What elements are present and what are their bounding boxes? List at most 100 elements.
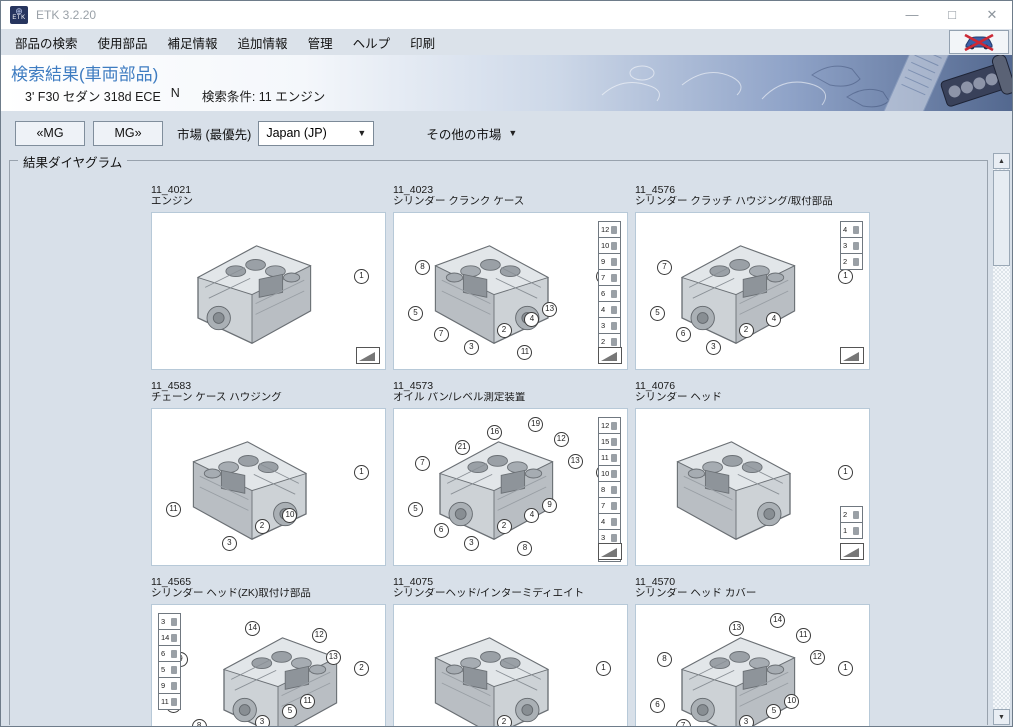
menu-item-print[interactable]: 印刷	[400, 30, 445, 55]
diagram-cell-11-4576[interactable]: 11_4576 シリンダー クラッチ ハウジング/取付部品 1234567 43…	[635, 185, 870, 370]
callout-number: 16	[487, 425, 502, 440]
results-scrollbar[interactable]: ▲ ▼	[993, 153, 1010, 725]
parts-strip-number: 2	[840, 253, 863, 270]
parts-strip-number: 3	[840, 237, 863, 254]
callout-number: 2	[497, 323, 512, 338]
previous-main-group-button[interactable]: «MG	[15, 121, 85, 146]
diagram-stamp-icon	[598, 347, 622, 364]
vehicle-context-line: 3' F30 セダン 318d ECE N 検索条件: 11 エンジン	[25, 86, 1012, 105]
menu-item-additional-info[interactable]: 追加情報	[228, 30, 298, 55]
menu-item-admin[interactable]: 管理	[298, 30, 343, 55]
callout-number: 7	[657, 260, 672, 275]
callout-number: 3	[464, 340, 479, 355]
next-main-group-button[interactable]: MG»	[93, 121, 163, 146]
menu-item-parts-search[interactable]: 部品の検索	[5, 30, 88, 55]
callout-number: 13	[542, 302, 557, 317]
other-markets-label: その他の市場	[426, 124, 501, 143]
parts-strip-number: 4	[840, 221, 863, 238]
diagram-stamp-icon	[356, 347, 380, 364]
parts-strip: 31465911	[158, 614, 181, 710]
callout-number: 10	[784, 694, 799, 709]
diagram-thumbnail[interactable]: 23456891011121314 31465911	[151, 604, 386, 727]
parts-strip-number: 12	[598, 417, 621, 434]
parts-strip-number: 7	[598, 269, 621, 286]
diagram-cell-11-4570[interactable]: 11_4570 シリンダー ヘッド カバー 134567891011121314	[635, 577, 870, 727]
parts-strip: 21	[840, 507, 863, 539]
menu-item-supplementary-info[interactable]: 補足情報	[158, 30, 228, 55]
diagram-thumbnail[interactable]: 1234567891213161921 1215111087432	[393, 408, 628, 566]
maximize-button[interactable]: □	[932, 1, 972, 29]
diagram-cell-11-4583[interactable]: 11_4583 チェーン ケース ハウジング 1231011	[151, 381, 386, 566]
diagram-cell-11-4021[interactable]: 11_4021 エンジン 1	[151, 185, 386, 370]
diagram-thumbnail[interactable]: 1234567 432	[635, 212, 870, 370]
menu-item-used-parts[interactable]: 使用部品	[88, 30, 158, 55]
callout-number: 3	[706, 340, 721, 355]
window-controls: — □ ✕	[892, 1, 1012, 29]
callout-number: 7	[415, 456, 430, 471]
diagram-thumbnail[interactable]: 12345781113 1210976432	[393, 212, 628, 370]
callout-number: 6	[650, 698, 665, 713]
parts-strip-number: 11	[158, 693, 181, 710]
etk-label-glyph: ETK	[12, 15, 25, 22]
parts-strip: 1210976432	[598, 222, 621, 350]
engine-diagram-illustration	[188, 613, 368, 727]
toolbar: «MG MG» 市場 (最優先) Japan (JP) ▼ その他の市場 ▼	[1, 111, 1012, 155]
diagram-name: エンジン	[151, 196, 386, 207]
parts-strip-number: 12	[598, 221, 621, 238]
market-selected-value: Japan (JP)	[266, 126, 326, 140]
callout-number: 8	[415, 260, 430, 275]
diagram-thumbnail[interactable]: 12	[393, 604, 628, 727]
scroll-down-button[interactable]: ▼	[993, 709, 1010, 725]
parts-strip-number: 9	[158, 677, 181, 694]
diagram-thumbnail[interactable]: 1	[151, 212, 386, 370]
diagram-code: 11_4573	[393, 381, 628, 392]
engine-diagram-illustration	[162, 417, 342, 557]
close-button[interactable]: ✕	[972, 1, 1012, 29]
scroll-up-button[interactable]: ▲	[993, 153, 1010, 169]
vehicle-descriptor-suffix: N	[171, 86, 180, 105]
diagram-name: オイル パン/レベル測定装置	[393, 392, 628, 403]
diagram-thumbnail[interactable]: 134567891011121314	[635, 604, 870, 727]
vehicle-toggle-button[interactable]	[949, 30, 1009, 54]
callout-number: 7	[676, 719, 691, 727]
market-select[interactable]: Japan (JP) ▼	[258, 121, 374, 146]
menu-item-help[interactable]: ヘルプ	[343, 30, 401, 55]
engine-diagram-illustration	[404, 221, 584, 361]
parts-strip-number: 3	[158, 613, 181, 630]
diagram-thumbnail[interactable]: 1 21	[635, 408, 870, 566]
parts-strip: 432	[840, 222, 863, 270]
callout-number: 2	[497, 519, 512, 534]
callout-number: 12	[810, 650, 825, 665]
search-criteria: 検索条件: 11 エンジン	[202, 86, 325, 105]
callout-number: 8	[657, 652, 672, 667]
callout-number: 3	[464, 536, 479, 551]
market-label: 市場 (最優先)	[177, 124, 251, 143]
minimize-button[interactable]: —	[892, 1, 932, 29]
callout-number: 3	[222, 536, 237, 551]
callout-number: 3	[739, 715, 754, 727]
callout-number: 5	[408, 306, 423, 321]
diagram-stamp-icon	[840, 543, 864, 560]
diagram-thumbnail[interactable]: 1231011	[151, 408, 386, 566]
parts-strip-number: 5	[158, 661, 181, 678]
diagram-stamp-icon	[840, 347, 864, 364]
diagram-code: 11_4021	[151, 185, 386, 196]
diagram-cell-11-4573[interactable]: 11_4573 オイル パン/レベル測定装置 12345678912131619…	[393, 381, 628, 566]
other-markets-dropdown[interactable]: その他の市場 ▼	[426, 124, 517, 143]
diagram-cell-11-4023[interactable]: 11_4023 シリンダー クランク ケース 12345781113 12109…	[393, 185, 628, 370]
diagram-code: 11_4565	[151, 577, 386, 588]
parts-strip-number: 10	[598, 465, 621, 482]
diagram-cell-11-4076[interactable]: 11_4076 シリンダー ヘッド 1 21	[635, 381, 870, 566]
callout-number: 9	[542, 498, 557, 513]
diagram-cell-11-4075[interactable]: 11_4075 シリンダーヘッド/インターミディエイト 12	[393, 577, 628, 727]
diagram-name: シリンダー クラッチ ハウジング/取付部品	[635, 196, 870, 207]
diagram-code: 11_4076	[635, 381, 870, 392]
parts-strip-number: 1	[840, 522, 863, 539]
callout-number: 1	[354, 465, 369, 480]
parts-strip-number: 8	[598, 481, 621, 498]
scrollbar-thumb[interactable]	[993, 170, 1010, 266]
diagram-cell-11-4565[interactable]: 11_4565 シリンダー ヘッド(ZK)取付け部品 2345689101112…	[151, 577, 386, 727]
callout-number: 19	[528, 417, 543, 432]
callout-number: 13	[568, 454, 583, 469]
menubar: 部品の検索 使用部品 補足情報 追加情報 管理 ヘルプ 印刷	[1, 29, 1012, 55]
